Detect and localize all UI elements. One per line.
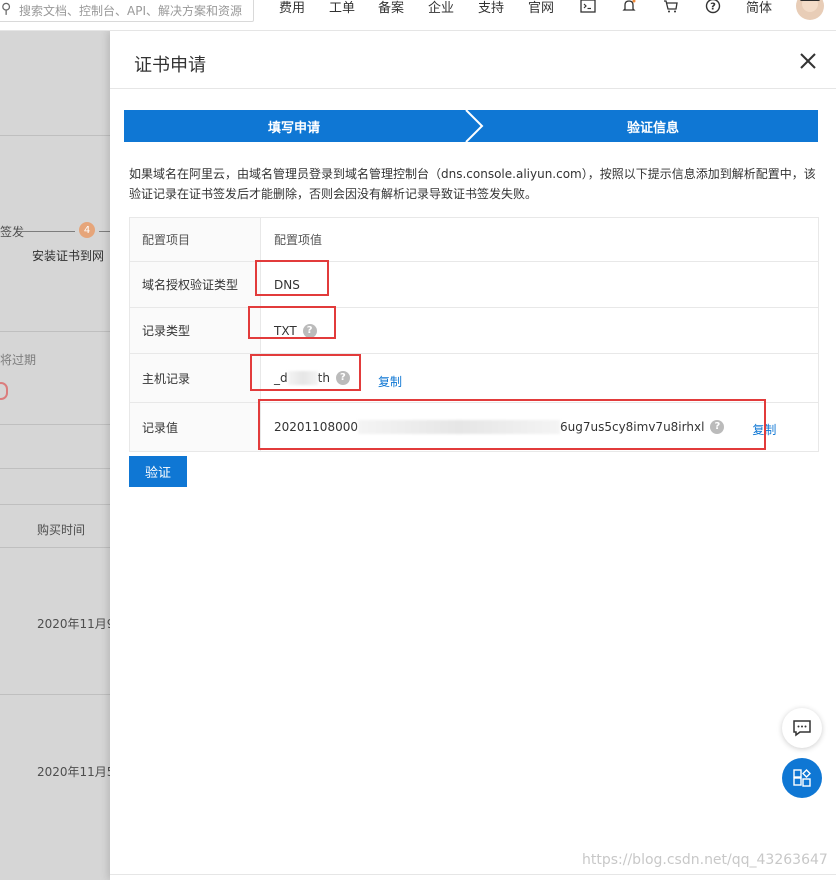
drawer-title: 证书申请	[134, 55, 206, 76]
step-verify-info: 验证信息	[626, 120, 679, 136]
step-bar: 填写申请 验证信息	[124, 110, 818, 142]
close-icon[interactable]	[798, 51, 818, 71]
highlight-box	[258, 399, 766, 450]
certificate-drawer: 证书申请 填写申请 验证信息 如果域名在阿里云，由域名管理员登录到域名管理控制台…	[110, 31, 836, 880]
step-fill-application: 填写申请	[267, 120, 320, 136]
nav-item-support[interactable]: 支持	[478, 0, 504, 16]
nav-item-enterprise[interactable]: 企业	[428, 0, 454, 16]
column-header-value: 配置项值	[274, 233, 323, 247]
language-switch[interactable]: 简体	[746, 0, 772, 16]
row-label: 域名授权验证类型	[130, 262, 261, 307]
highlight-box	[250, 354, 361, 391]
help-icon[interactable]: ?	[704, 0, 722, 15]
instructions-text: 如果域名在阿里云，由域名管理员登录到域名管理控制台（dns.console.al…	[129, 167, 816, 201]
background-page: 签发 安装证书到网 将过期 购买时间 2020年11月9 2020年11月5	[0, 31, 114, 880]
table-row: 记录类型 TXT?	[130, 308, 818, 354]
chat-icon[interactable]	[782, 708, 822, 748]
cart-icon[interactable]	[662, 0, 680, 15]
footer-divider	[110, 874, 836, 875]
highlight-box	[248, 306, 336, 339]
table-row: 域名授权验证类型 DNS	[130, 262, 818, 308]
bell-icon[interactable]	[620, 0, 638, 15]
search-input[interactable]: ⚲ 搜索文档、控制台、API、解决方案和资源	[0, 0, 254, 22]
row-label: 记录类型	[130, 308, 261, 353]
top-nav: ⚲ 搜索文档、控制台、API、解决方案和资源 费用 工单 备案 企业 支持 官网…	[0, 0, 836, 31]
header-divider	[110, 88, 836, 89]
row-label: 记录值	[130, 403, 261, 451]
apps-icon[interactable]	[782, 758, 822, 798]
nav-item-tickets[interactable]: 工单	[329, 0, 355, 16]
svg-text:?: ?	[710, 2, 716, 13]
table-row: 主机记录 _d th ? 复制	[130, 354, 818, 403]
copy-host-record-button[interactable]: 复制	[378, 373, 402, 390]
step-chevron-icon	[465, 110, 484, 142]
watermark: https://blog.csdn.net/qq_43263647	[582, 852, 828, 868]
row-label: 主机记录	[130, 354, 261, 402]
verify-button[interactable]: 验证	[129, 456, 187, 487]
search-icon: ⚲	[1, 1, 12, 17]
nav-item-filing[interactable]: 备案	[378, 0, 404, 16]
bg-step4-badge: 4	[79, 222, 95, 238]
column-header-item: 配置项目	[130, 218, 261, 261]
table-header-row: 配置项目 配置项值	[130, 218, 818, 262]
highlight-box	[255, 260, 329, 296]
nav-item-official-site[interactable]: 官网	[528, 0, 554, 16]
avatar[interactable]	[796, 0, 824, 20]
nav-item-fees[interactable]: 费用	[279, 0, 305, 16]
terminal-icon[interactable]	[579, 0, 597, 15]
